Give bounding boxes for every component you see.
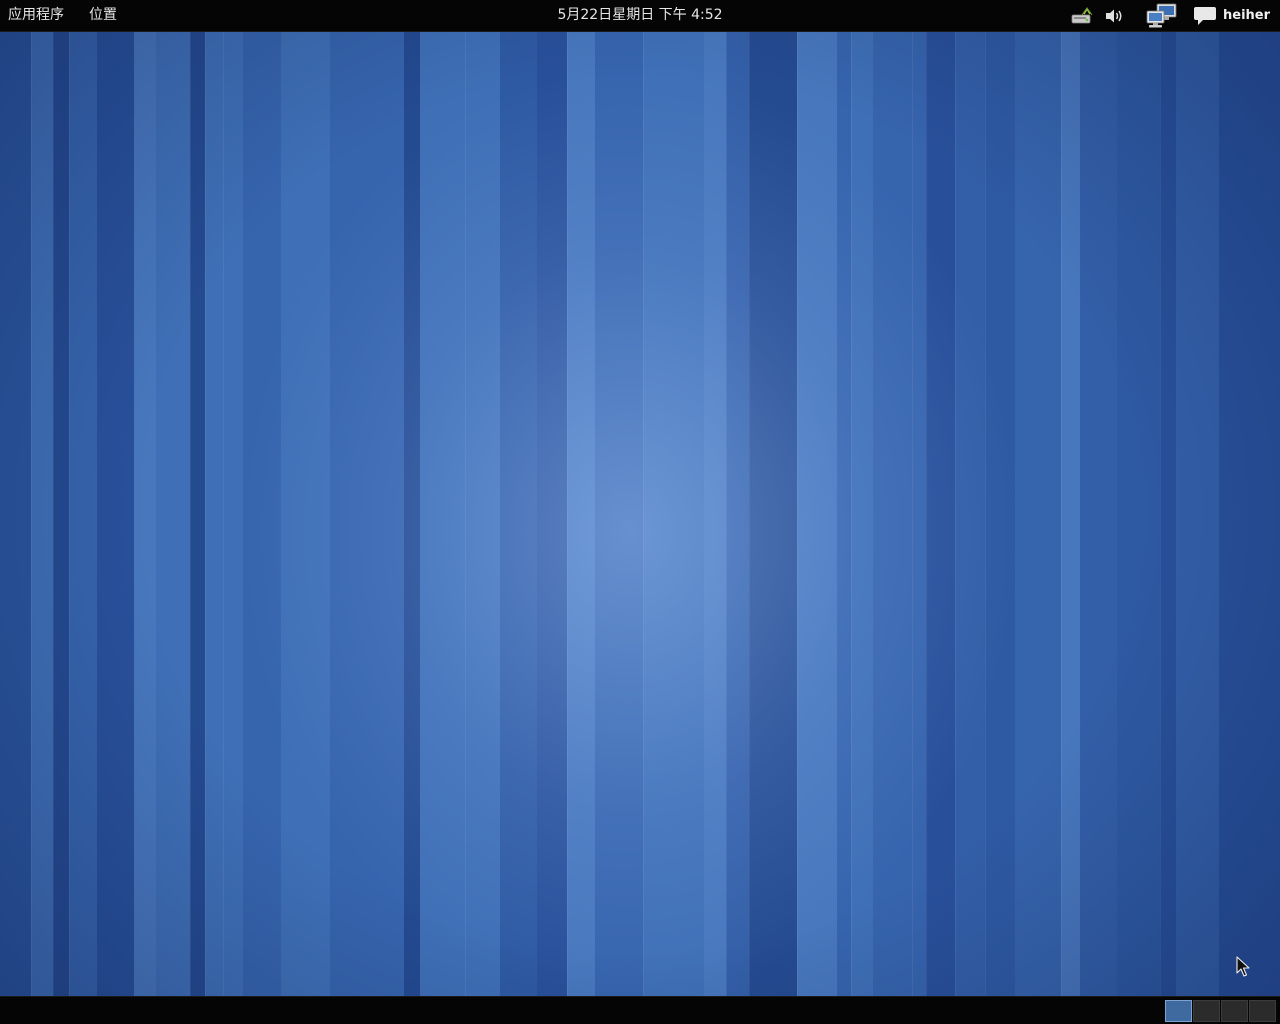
network-indicator[interactable] (1143, 0, 1181, 31)
applications-menu[interactable]: 应用程序 (0, 0, 72, 31)
workspace-1[interactable] (1165, 1000, 1192, 1022)
volume-icon (1106, 9, 1122, 22)
desktop-screen: 应用程序 位置 5月22日星期日 下午 4:52 heiher (0, 0, 1280, 1024)
places-menu[interactable]: 位置 (81, 0, 125, 31)
wallpaper-glow (0, 32, 1280, 996)
clock-menu[interactable]: 5月22日星期日 下午 4:52 (551, 7, 728, 23)
network-icon (1146, 3, 1177, 27)
workspace-switcher (1165, 1000, 1277, 1022)
bluetooth-icon (1071, 6, 1093, 23)
bluetooth-indicator[interactable] (1068, 0, 1096, 31)
workspace-2[interactable] (1193, 1000, 1220, 1022)
volume-indicator[interactable] (1101, 0, 1127, 31)
mouse-cursor-icon (1236, 956, 1250, 977)
user-menu[interactable]: heiher (1193, 0, 1280, 31)
desktop-wallpaper[interactable] (0, 32, 1280, 996)
bottom-panel (0, 996, 1280, 1024)
top-panel: 应用程序 位置 5月22日星期日 下午 4:52 heiher (0, 0, 1280, 32)
workspace-3[interactable] (1221, 1000, 1248, 1022)
workspace-4[interactable] (1249, 1000, 1276, 1022)
chat-icon (1194, 6, 1216, 25)
user-name: heiher (1223, 8, 1271, 23)
